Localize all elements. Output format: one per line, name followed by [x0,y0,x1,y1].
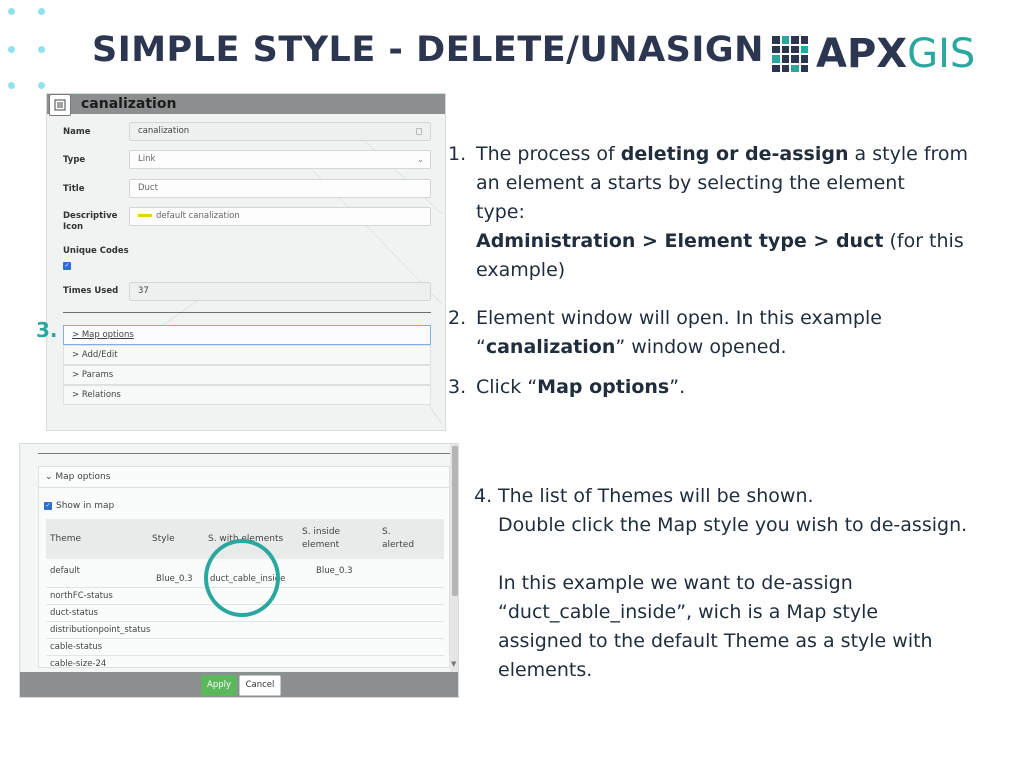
unique-codes-label: Unique Codes [63,246,129,256]
descriptive-icon-field[interactable]: default canalization [129,207,431,226]
list-icon [49,94,71,116]
show-in-map-checkbox[interactable]: ✓ [44,501,52,510]
lock-icon [416,128,422,135]
decorative-dots [8,8,54,92]
apxgis-logo: APXGIS [772,34,975,74]
map-options-screenshot: ⌄ Map options ✓ Show in map Theme Style S… [19,443,459,698]
step-3-marker: 3. [36,318,58,342]
slide-title: SIMPLE STYLE - DELETE/UNASIGN [92,30,764,70]
name-label: Name [63,127,91,137]
col-style: Style [152,534,175,544]
apply-button[interactable]: Apply [201,675,237,696]
type-select[interactable]: Link ⌄ [129,150,431,169]
table-row[interactable]: cable-status [46,639,444,656]
accordion-relations[interactable]: > Relations [63,385,431,405]
table-row[interactable]: cable-size-24 [46,656,444,673]
scrollbar[interactable] [450,444,458,674]
title-label: Title [63,184,85,194]
highlight-circle [204,539,280,617]
cancel-button[interactable]: Cancel [239,675,281,696]
col-s-alerted: S. alerted [382,527,415,550]
chevron-down-icon: ⌄ [45,472,56,482]
times-used-label: Times Used [63,286,119,296]
table-row[interactable]: distributionpoint_status [46,622,444,639]
scroll-down-icon[interactable]: ▼ [451,660,456,668]
map-options-header[interactable]: ⌄ Map options [38,466,450,488]
type-label: Type [63,155,86,165]
col-theme: Theme [50,534,82,544]
times-used-field: 37 [129,282,431,301]
window-title: canalization [81,96,177,112]
col-s-inside-element: S. inside element [302,527,341,550]
name-field[interactable]: canalization [129,122,431,141]
scrollbar-thumb[interactable] [452,446,458,596]
accordion-params[interactable]: > Params [63,365,431,385]
line-swatch-icon [138,214,152,217]
descriptive-icon-label: Descriptive Icon [63,211,118,232]
divider [38,453,450,454]
accordion-add-edit[interactable]: > Add/Edit [63,345,431,365]
logo-grid-icon [772,36,808,72]
chevron-down-icon: ⌄ [417,155,424,164]
element-window-screenshot: canalization Name canalization Type Link… [46,93,446,431]
divider [63,312,431,313]
title-field[interactable]: Duct [129,179,431,198]
window-titlebar: canalization [47,94,445,116]
accordion-map-options[interactable]: > Map options [63,325,431,345]
show-in-map[interactable]: ✓ Show in map [44,501,114,511]
unique-codes-checkbox[interactable]: ✓ [63,262,71,270]
